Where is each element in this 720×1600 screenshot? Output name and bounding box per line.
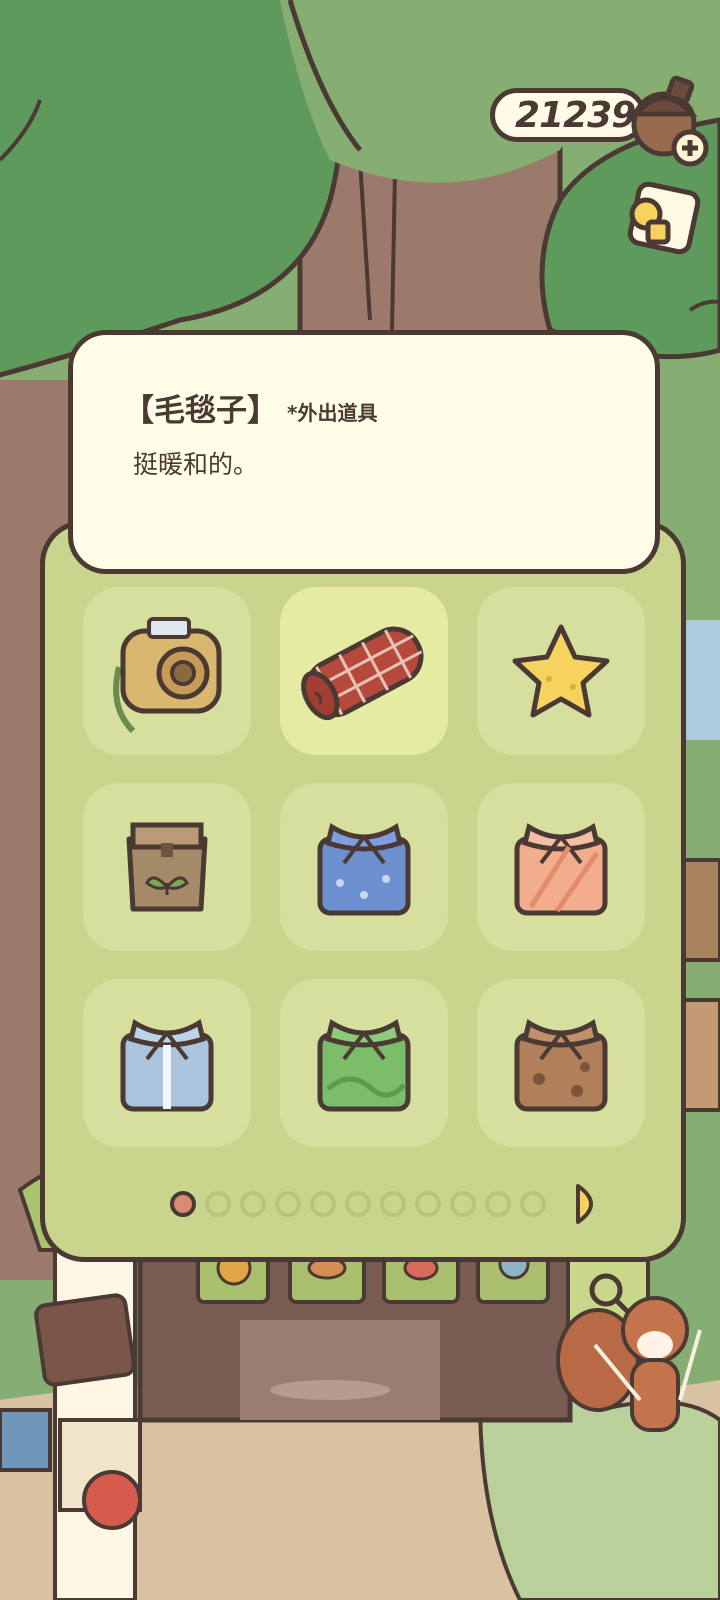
slot-gift-blue[interactable] <box>280 783 448 951</box>
page-dot-4[interactable] <box>275 1191 301 1217</box>
slot-blanket[interactable] <box>280 587 448 755</box>
slot-gift-green[interactable] <box>280 979 448 1147</box>
inventory-panel <box>40 520 686 1262</box>
gift-lightblue-icon <box>120 1019 214 1112</box>
blanket-icon <box>301 626 424 721</box>
page-dot-6[interactable] <box>345 1191 371 1217</box>
gift-blue-icon <box>317 823 411 916</box>
item-tag: *外出道具 <box>287 401 378 425</box>
page-dot-3[interactable] <box>240 1191 266 1217</box>
page-dot-10[interactable] <box>485 1191 511 1217</box>
inventory-pager <box>0 1180 720 1228</box>
slot-gift-peach[interactable] <box>477 783 645 951</box>
star-icon <box>512 624 610 718</box>
page-dot-2[interactable] <box>205 1191 231 1217</box>
slot-camera-bag[interactable] <box>83 587 251 755</box>
goggles-icon[interactable] <box>620 178 704 262</box>
slot-star[interactable] <box>477 587 645 755</box>
page-dot-8[interactable] <box>415 1191 441 1217</box>
page-dot-9[interactable] <box>450 1191 476 1217</box>
lunch-bag-icon <box>126 822 208 912</box>
item-detail-card: 【毛毯子】 *外出道具 挺暖和的。 <box>68 330 660 574</box>
slot-gift-brown[interactable] <box>477 979 645 1147</box>
page-dot-5[interactable] <box>310 1191 336 1217</box>
item-name: 【毛毯子】 <box>123 393 278 429</box>
page-dot-7[interactable] <box>380 1191 406 1217</box>
acorn-count: 21239 <box>515 95 636 136</box>
slot-lunch-bag[interactable] <box>83 783 251 951</box>
page-dot-1[interactable] <box>170 1191 196 1217</box>
gift-green-icon <box>317 1019 411 1112</box>
gift-brown-icon <box>514 1019 608 1112</box>
next-page-arrow-icon[interactable] <box>572 1182 606 1226</box>
gift-peach-icon <box>514 823 608 916</box>
slot-gift-lightblue[interactable] <box>83 979 251 1147</box>
page-dot-11[interactable] <box>520 1191 546 1217</box>
acorn-plus-icon[interactable] <box>626 72 712 168</box>
acorn-counter: 21239 <box>490 88 646 142</box>
item-description: 挺暖和的。 <box>133 450 259 479</box>
camera-bag-icon <box>113 617 222 734</box>
